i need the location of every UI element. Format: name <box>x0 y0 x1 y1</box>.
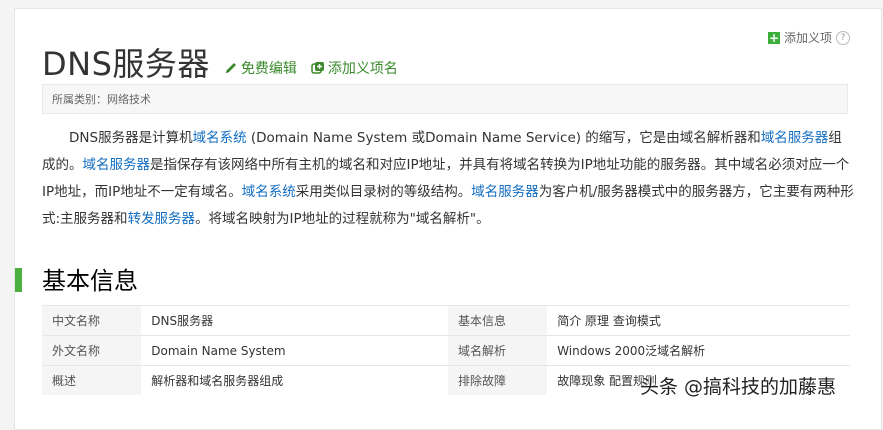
link-domain-system[interactable]: 域名系统 <box>242 184 296 200</box>
info-key: 概述 <box>42 365 142 395</box>
text-span: DNS服务器是计算机 <box>69 130 193 146</box>
category-label: 所属类别： <box>52 93 107 106</box>
info-key: 域名解析 <box>447 335 548 366</box>
table-row: 外文名称 Domain Name System 域名解析 Windows 200… <box>42 335 850 366</box>
text-span: 。将域名映射为IP地址的过程就称为"域名解析"。 <box>195 211 490 227</box>
category-link[interactable]: 网络技术 <box>107 93 151 106</box>
link-domain-server[interactable]: 域名服务器 <box>761 130 829 146</box>
add-entry-icon <box>311 62 324 74</box>
free-edit-button[interactable]: 免费编辑 <box>224 58 297 78</box>
watermark-text: 头条 @搞科技的加藤惠 <box>640 376 837 398</box>
info-value[interactable]: 简介 原理 查询模式 <box>547 305 850 336</box>
info-value: Domain Name System <box>141 335 444 366</box>
link-domain-system[interactable]: 域名系统 <box>193 130 247 146</box>
section-title: 基本信息 <box>42 267 138 295</box>
add-entry-top-label: 添加义项 <box>783 31 832 45</box>
section-marker <box>15 268 22 292</box>
pencil-icon <box>225 63 236 73</box>
text-span: 采用类似目录树的等级结构。 <box>295 184 472 200</box>
info-key: 外文名称 <box>42 335 142 366</box>
info-key: 中文名称 <box>42 305 142 336</box>
info-key: 排除故障 <box>447 365 548 395</box>
free-edit-label: 免费编辑 <box>240 61 297 77</box>
add-entry-name-button[interactable]: 添加义项名 <box>311 58 398 78</box>
info-value: 解析器和域名服务器组成 <box>141 365 444 395</box>
title-row: DNS服务器 免费编辑 添加义项名 <box>42 39 398 85</box>
summary-paragraph: DNS服务器是计算机域名系统 (Domain Name System 或Doma… <box>42 125 854 233</box>
content-page: + 添加义项 ? DNS服务器 免费编辑 添加义项名 所属类别：网络技术 DNS… <box>14 8 882 430</box>
page-title: DNS服务器 <box>42 45 210 83</box>
plus-icon: + <box>767 30 780 45</box>
table-row: 中文名称 DNS服务器 基本信息 简介 原理 查询模式 <box>42 305 850 336</box>
info-value[interactable]: Windows 2000泛域名解析 <box>547 335 850 366</box>
add-entry-name-label: 添加义项名 <box>327 61 398 77</box>
link-domain-server[interactable]: 域名服务器 <box>471 184 539 200</box>
help-icon[interactable]: ? <box>836 30 850 45</box>
info-value: DNS服务器 <box>141 305 444 336</box>
text-span: (Domain Name System 或Domain Name Service… <box>246 130 761 146</box>
add-entry-top-link[interactable]: + 添加义项 ? <box>767 29 850 46</box>
link-forwarding-server[interactable]: 转发服务器 <box>128 211 196 227</box>
category-bar: 所属类别：网络技术 <box>42 84 848 114</box>
info-key: 基本信息 <box>447 305 548 336</box>
link-domain-server[interactable]: 域名服务器 <box>83 157 151 173</box>
